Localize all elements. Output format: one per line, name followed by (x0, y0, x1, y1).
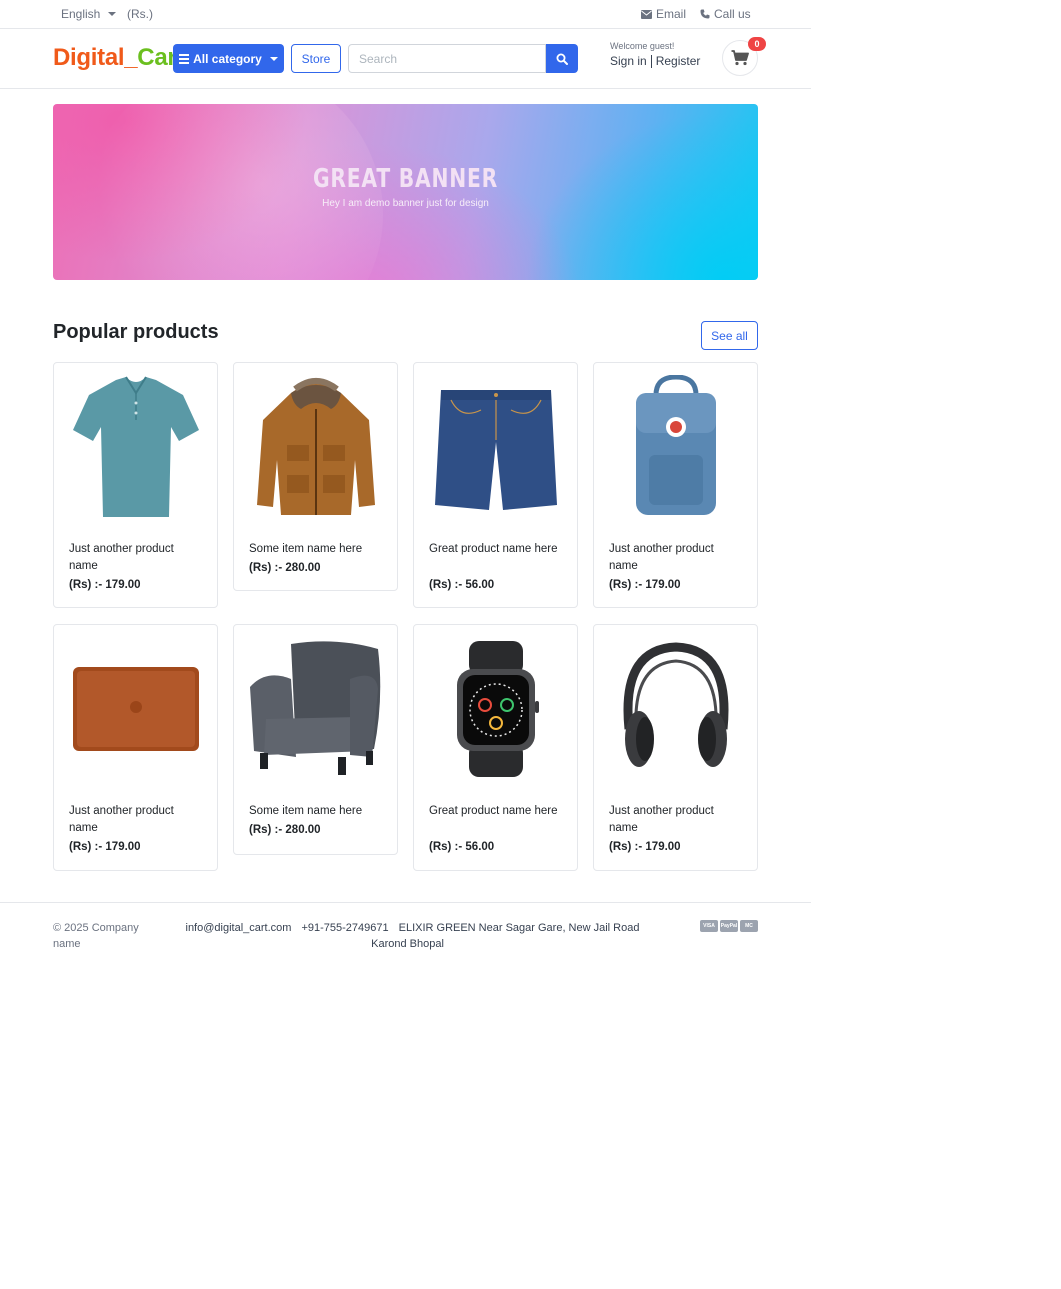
chevron-down-icon (269, 56, 278, 61)
footer-copyright: © 2025 Company name (53, 922, 139, 950)
envelope-icon (641, 9, 652, 19)
welcome-text: Welcome guest! (610, 41, 675, 51)
search-button[interactable] (546, 44, 578, 73)
currency-selector[interactable]: (Rs.) (127, 7, 153, 21)
product-card[interactable]: Just another product name (Rs) :- 179.00 (593, 624, 758, 871)
product-price: (Rs) :- 280.00 (249, 562, 321, 574)
language-dropdown[interactable]: English (61, 7, 117, 21)
product-image-denim-shorts[interactable] (422, 371, 569, 523)
product-name[interactable]: Some item name here (249, 541, 384, 558)
email-label: Email (656, 7, 687, 21)
product-image-grey-armchair[interactable] (242, 633, 389, 785)
chevron-down-icon (108, 12, 117, 16)
product-price: (Rs) :- 179.00 (69, 841, 141, 853)
brand-logo[interactable]: Digital_Cart (53, 44, 175, 72)
product-price: (Rs) :- 280.00 (249, 824, 321, 836)
account-links: Sign in Register (610, 54, 700, 68)
footer-divider (0, 902, 811, 903)
product-card[interactable]: Great product name here (Rs) :- 56.00 (413, 624, 578, 871)
paypal-icon: PayPal (720, 920, 738, 932)
product-image-leather-laptop-sleeve[interactable] (62, 633, 209, 785)
product-price: (Rs) :- 179.00 (69, 579, 141, 591)
top-bar: English (Rs.) Email Call us (0, 0, 811, 29)
product-name[interactable]: Just another product name (69, 541, 204, 575)
currency-label: (Rs.) (127, 7, 153, 21)
product-name[interactable]: Just another product name (69, 803, 204, 837)
all-category-button[interactable]: All category (173, 44, 284, 73)
footer-email[interactable]: info@digital_cart.com (186, 922, 292, 934)
phone-icon (700, 9, 710, 19)
shopping-cart-icon (731, 50, 749, 66)
footer-address: ELIXIR GREEN Near Sagar Gare, New Jail R… (371, 922, 640, 950)
section-title: Popular products (53, 321, 219, 343)
footer-contact: info@digital_cart.com +91-755-2749671 ELIX… (170, 920, 650, 952)
cart-count-badge: 0 (748, 37, 766, 51)
mastercard-icon: MC (740, 920, 758, 932)
see-all-button[interactable]: See all (701, 321, 758, 350)
product-price: (Rs) :- 56.00 (429, 841, 495, 853)
search-input[interactable] (348, 44, 546, 73)
site-header: Digital_Cart All category Store Welcome … (0, 29, 811, 89)
product-card[interactable]: Great product name here (Rs) :- 56.00 (413, 362, 578, 608)
product-price: (Rs) :- 56.00 (429, 579, 495, 591)
call-link[interactable]: Call us (700, 7, 751, 21)
language-label: English (61, 7, 101, 21)
product-card[interactable]: Just another product name (Rs) :- 179.00 (53, 362, 218, 608)
product-name[interactable]: Just another product name (609, 803, 744, 837)
register-link[interactable]: Register (656, 54, 701, 68)
product-name[interactable]: Just another product name (609, 541, 744, 575)
divider (650, 54, 652, 68)
product-price: (Rs) :- 179.00 (609, 579, 681, 591)
search-icon (556, 53, 568, 65)
all-category-label: All category (193, 51, 262, 66)
sign-in-link[interactable]: Sign in (610, 54, 647, 68)
product-name[interactable]: Great product name here (429, 803, 564, 820)
product-image-smartwatch[interactable] (422, 633, 569, 785)
product-card[interactable]: Just another product name (Rs) :- 179.00 (593, 362, 758, 608)
email-link[interactable]: Email (641, 7, 686, 21)
product-name[interactable]: Great product name here (429, 541, 564, 558)
banner-title: GREAT BANNER (312, 164, 499, 194)
visa-icon: VISA (700, 920, 718, 932)
product-price: (Rs) :- 179.00 (609, 841, 681, 853)
call-label: Call us (714, 7, 751, 21)
product-image-headphones[interactable] (602, 633, 749, 785)
product-card[interactable]: Just another product name (Rs) :- 179.00 (53, 624, 218, 871)
product-name[interactable]: Some item name here (249, 803, 384, 820)
logo-text-part1: Digital_ (53, 44, 138, 71)
product-image-blue-backpack[interactable] (602, 371, 749, 523)
product-image-teal-polo-shirt[interactable] (62, 371, 209, 523)
product-card[interactable]: Some item name here (Rs) :- 280.00 (233, 624, 398, 855)
footer-phone[interactable]: +91-755-2749671 (301, 922, 388, 934)
hero-banner: GREAT BANNER Hey I am demo banner just f… (53, 104, 758, 280)
logo-text-part2: Cart (137, 44, 175, 71)
product-image-brown-winter-jacket[interactable] (242, 371, 389, 523)
product-card[interactable]: Some item name here (Rs) :- 280.00 (233, 362, 398, 591)
banner-subtitle: Hey I am demo banner just for design (322, 198, 489, 209)
store-button[interactable]: Store (291, 44, 341, 73)
menu-icon (179, 53, 190, 64)
